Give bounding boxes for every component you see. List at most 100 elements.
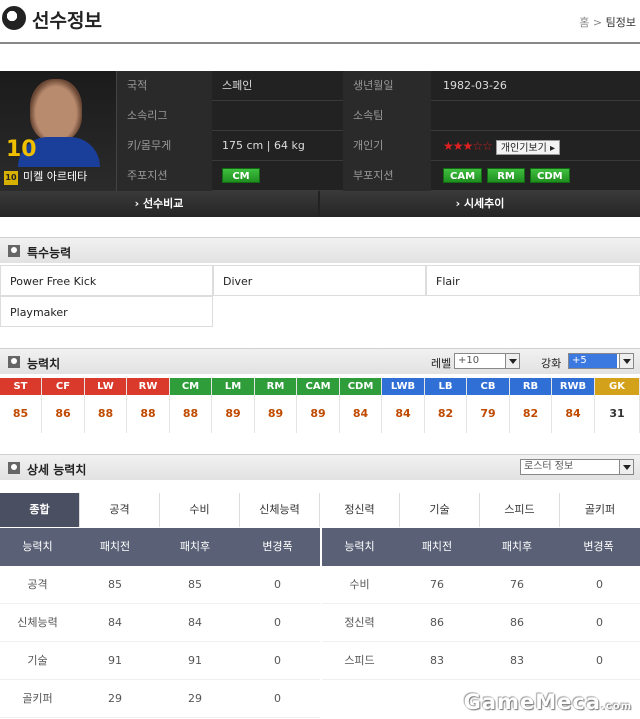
table-cell: 0 (274, 616, 281, 629)
position-rating-value: 86 (55, 407, 71, 420)
table-row: 기술 91 91 0 (0, 642, 320, 680)
star-empty-icon: ☆ (482, 139, 493, 153)
table-cell: 0 (596, 654, 603, 667)
abilities-header: 능력치 레벨 +10 강화 +5 (0, 348, 640, 374)
skill-view-button[interactable]: 개인기보기 ▸ (495, 139, 561, 155)
body-value: 175 cm | 64 kg (222, 139, 305, 152)
tab-speed[interactable]: 스피드 (480, 493, 560, 527)
position-badge: CM (222, 168, 260, 183)
position-rating-value: 79 (480, 407, 496, 420)
section-bullet-icon (8, 245, 20, 257)
tab-attack[interactable]: 공격 (80, 493, 160, 527)
price-trend-button[interactable]: › 시세추이 (320, 191, 640, 217)
position-rating-value: 89 (310, 407, 326, 420)
column-header: 변경폭 (583, 540, 614, 553)
table-cell: 기술 (27, 654, 48, 667)
soccer-ball-icon (2, 6, 26, 30)
info-row: 국적 스페인 생년월일 1982-03-26 (117, 71, 640, 101)
sub-position-label: 부포지션 (343, 161, 431, 191)
position-rating: LWB 84 (382, 378, 425, 433)
level-select[interactable]: +10 (454, 353, 520, 369)
star-filled-icon: ★ (462, 139, 474, 153)
position-rating-label: CF (42, 378, 84, 395)
position-rating: LB 82 (425, 378, 467, 433)
position-rating-value: 89 (267, 407, 284, 420)
position-rating-label: RM (255, 378, 296, 395)
position-rating-value: 84 (565, 407, 581, 420)
table-row: 공격 85 85 0 (0, 566, 320, 604)
position-rating: CF 86 (42, 378, 85, 433)
position-badge: CAM (443, 168, 483, 183)
table-cell: 신체능력 (17, 616, 58, 629)
table-cell: 84 (108, 616, 122, 629)
enhance-select[interactable]: +5 (568, 353, 634, 369)
position-rating-value: 31 (609, 407, 625, 420)
overall-rating: 10 (6, 137, 37, 162)
player-name: 미켈 아르테타 (23, 170, 88, 183)
position-rating: RWB 84 (552, 378, 595, 433)
tab-physical[interactable]: 신체능력 (240, 493, 320, 527)
position-rating-label: RB (510, 378, 551, 395)
nationality-value: 스페인 (222, 79, 253, 92)
position-rating: CAM 89 (297, 378, 340, 433)
breadcrumb: 홈 > 팀정보 (579, 14, 636, 30)
table-cell: 84 (188, 616, 202, 629)
breadcrumb-separator: > (592, 16, 603, 29)
compare-player-button[interactable]: › 선수비교 (0, 191, 318, 217)
position-rating-label: GK (595, 378, 639, 395)
special-ability-item: Flair (426, 265, 640, 296)
sub-position-value: CAM RM CDM (443, 161, 633, 191)
table-cell: 85 (188, 578, 202, 591)
table-cell: 91 (188, 654, 202, 667)
body-label: 키/몸무게 (117, 131, 212, 161)
roster-select[interactable]: 로스터 정보 (520, 459, 634, 475)
player-profile: 10 10 미켈 아르테타 국적 스페인 생년월일 1982-03-26 소속리그… (0, 71, 640, 217)
team-value (443, 101, 633, 131)
detail-tabs: 종합 공격 수비 신체능력 정신력 기술 스피드 골키퍼 (0, 493, 640, 527)
position-rating-value: 82 (522, 407, 539, 420)
tab-overall[interactable]: 종합 (0, 493, 80, 527)
profile-action-bar: › 선수비교 › 시세추이 (0, 191, 640, 217)
column-header: 패치전 (421, 540, 453, 553)
tab-goalkeeper[interactable]: 골키퍼 (560, 493, 640, 527)
info-row: 키/몸무게 175 cm | 64 kg 개인기 ★★★☆☆ 개인기보기 ▸ (117, 131, 640, 161)
star-rating-icon: ★★★☆☆ (443, 139, 493, 153)
position-rating-label: CDM (340, 378, 381, 395)
column-header: 패치후 (179, 540, 211, 553)
birth-label: 생년월일 (343, 71, 431, 101)
table-cell: 86 (430, 616, 444, 629)
table-row: 스피드 83 83 0 (322, 642, 640, 680)
nationality-label: 국적 (117, 71, 212, 101)
star-empty-icon: ☆ (472, 139, 483, 153)
team-label: 소속팀 (343, 101, 431, 131)
position-rating: CB 79 (467, 378, 510, 433)
tab-technique[interactable]: 기술 (400, 493, 480, 527)
tab-defense[interactable]: 수비 (160, 493, 240, 527)
breadcrumb-current[interactable]: 팀정보 (606, 16, 636, 29)
table-cell: 0 (274, 654, 281, 667)
position-badge: CDM (530, 168, 570, 183)
special-ability-item: Playmaker (0, 296, 213, 327)
watermark: GameMeca.com (463, 690, 632, 714)
table-cell: 0 (274, 578, 281, 591)
table-row: 정신력 86 86 0 (322, 604, 640, 642)
star-filled-icon: ★ (443, 139, 454, 153)
breadcrumb-home[interactable]: 홈 (579, 16, 589, 29)
table-cell: 공격 (27, 578, 48, 591)
table-cell: 0 (596, 578, 603, 591)
section-bullet-icon (8, 462, 20, 474)
column-header: 능력치 (22, 540, 53, 553)
tab-mental[interactable]: 정신력 (320, 493, 400, 527)
player-name-row: 10 미켈 아르테타 (4, 168, 114, 185)
special-abilities-header: 특수능력 (0, 237, 640, 263)
page-title: 선수정보 (32, 10, 102, 32)
table-cell: 정신력 (344, 616, 375, 629)
position-rating: CM 88 (170, 378, 212, 433)
column-header: 변경폭 (262, 540, 293, 553)
position-rating: RW 88 (127, 378, 170, 433)
table-cell: 29 (108, 692, 122, 705)
main-position-label: 주포지션 (117, 161, 212, 191)
chevron-down-icon (619, 460, 633, 474)
info-row: 소속리그 소속팀 (117, 101, 640, 131)
main-position-value: CM (222, 161, 342, 191)
